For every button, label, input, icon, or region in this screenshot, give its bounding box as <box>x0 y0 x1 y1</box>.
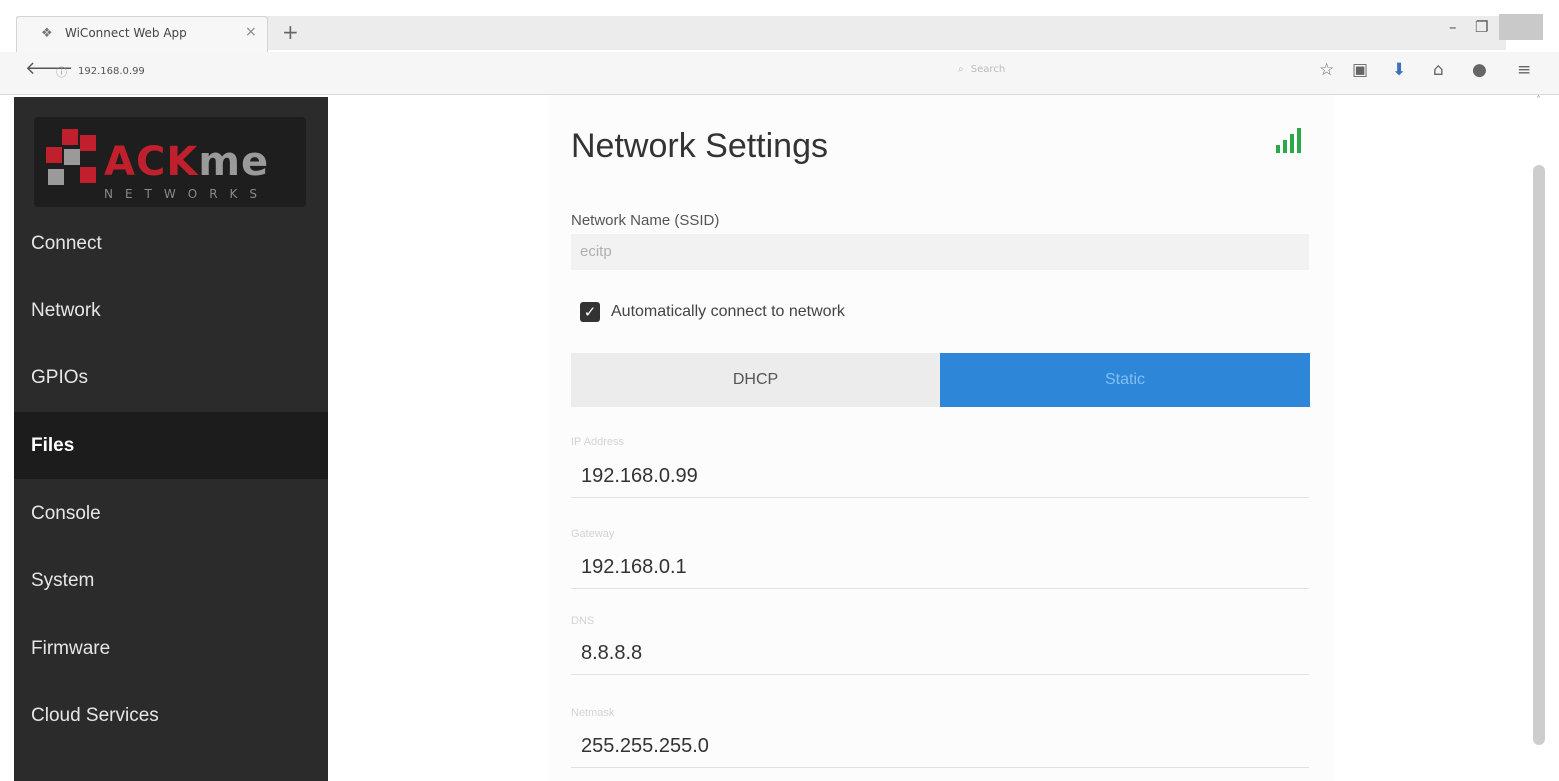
browser-tab[interactable]: ❖ WiConnect Web App × <box>16 16 268 52</box>
clipboard-icon[interactable]: ▣ <box>1352 60 1368 80</box>
logo-square <box>48 169 64 185</box>
logo-square <box>80 135 96 151</box>
search-input[interactable]: ⌕ Search <box>958 64 1288 82</box>
sidebar-item-firmware[interactable]: Firmware <box>14 615 328 682</box>
content-panel <box>548 95 1334 781</box>
menu-icon[interactable]: ≡ <box>1517 60 1531 80</box>
netmask-label: Netmask <box>571 707 615 719</box>
star-icon[interactable]: ☆ <box>1319 60 1334 80</box>
dns-label: DNS <box>571 615 595 627</box>
static-mode-button[interactable]: Static <box>940 353 1310 407</box>
logo-brand: ACKme <box>104 139 270 185</box>
minimize-icon[interactable]: – <box>1449 18 1457 36</box>
sidebar: ACKme NETWORKS Connect Network GPIOs Fil… <box>14 97 328 781</box>
site-info-icon[interactable]: ⓘ <box>56 64 67 80</box>
scroll-up-icon[interactable]: ˄ <box>1536 95 1541 106</box>
dns-field[interactable]: 8.8.8.8 <box>571 631 1309 675</box>
ip-address-label: IP Address <box>571 436 624 448</box>
wifi-signal-icon <box>1274 127 1310 153</box>
sidebar-item-cloud-services[interactable]: Cloud Services <box>14 682 328 749</box>
gateway-label: Gateway <box>571 528 615 540</box>
sidebar-item-label: Connect <box>31 233 102 254</box>
auto-connect-checkbox[interactable]: ✓ <box>580 302 600 322</box>
ip-address-field[interactable]: 192.168.0.99 <box>571 454 1309 498</box>
search-icon: ⌕ <box>958 64 964 75</box>
chat-icon[interactable]: ● <box>1472 60 1487 80</box>
maximize-icon[interactable]: ❐ <box>1475 18 1488 36</box>
download-icon[interactable]: ⬇ <box>1392 60 1406 80</box>
ssid-field[interactable]: ecitp <box>571 234 1309 270</box>
favicon-icon: ❖ <box>41 26 53 41</box>
dhcp-mode-button[interactable]: DHCP <box>571 353 940 407</box>
home-icon[interactable]: ⌂ <box>1433 60 1444 80</box>
gateway-field[interactable]: 192.168.0.1 <box>571 545 1309 589</box>
sidebar-item-label: Files <box>31 435 75 456</box>
browser-tab-bar: ❖ WiConnect Web App × + – ❐ <box>0 0 1559 52</box>
new-tab-icon[interactable]: + <box>282 20 299 44</box>
logo-square <box>46 147 62 163</box>
tab-title: WiConnect Web App <box>65 26 187 40</box>
browser-nav-bar: 🡐 ⓘ 192.168.0.99 ⌕ Search ☆ ▣ ⬇ ⌂ ● ≡ <box>0 52 1559 95</box>
logo-square <box>80 167 96 183</box>
sidebar-item-label: Firmware <box>31 638 111 659</box>
page: ACKme NETWORKS Connect Network GPIOs Fil… <box>0 95 1559 781</box>
sidebar-item-gpios[interactable]: GPIOs <box>14 344 328 411</box>
tab-close-icon[interactable]: × <box>245 24 257 40</box>
sidebar-item-label: System <box>31 570 95 591</box>
page-title: Network Settings <box>571 127 828 165</box>
sidebar-item-connect[interactable]: Connect <box>14 210 328 277</box>
auto-connect-label: Automatically connect to network <box>611 303 845 320</box>
sidebar-item-label: GPIOs <box>31 367 89 388</box>
netmask-field[interactable]: 255.255.255.0 <box>571 724 1309 768</box>
logo-square <box>64 149 80 165</box>
search-placeholder: Search <box>970 64 1006 75</box>
ackme-logo: ACKme NETWORKS <box>34 117 306 207</box>
close-window-button[interactable] <box>1499 14 1543 40</box>
sidebar-item-files[interactable]: Files <box>14 412 328 479</box>
address-bar[interactable]: 192.168.0.99 <box>78 66 145 77</box>
sidebar-item-label: Console <box>31 503 101 524</box>
sidebar-item-label: Network <box>31 300 101 321</box>
sidebar-item-label: Cloud Services <box>31 705 159 726</box>
sidebar-item-system[interactable]: System <box>14 547 328 614</box>
scrollbar-thumb[interactable] <box>1533 165 1545 745</box>
sidebar-item-console[interactable]: Console <box>14 480 328 547</box>
logo-square <box>62 129 78 145</box>
sidebar-item-network[interactable]: Network <box>14 277 328 344</box>
logo-subtitle: NETWORKS <box>104 187 270 201</box>
ssid-label: Network Name (SSID) <box>571 212 720 229</box>
